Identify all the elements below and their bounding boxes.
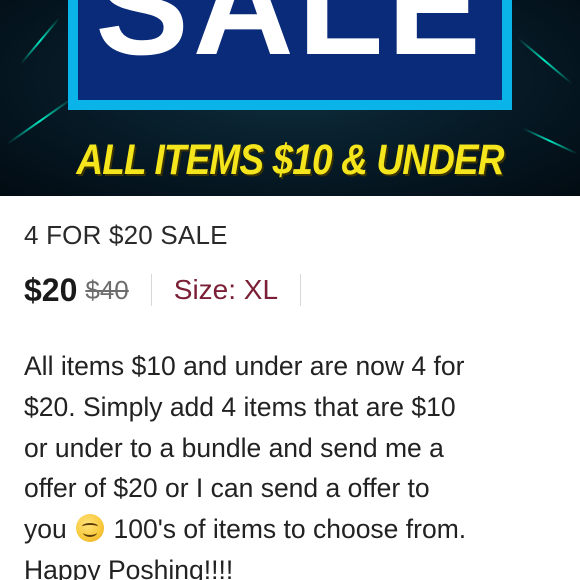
description-line: you 100's of items to choose from.: [24, 509, 564, 550]
description-line: All items $10 and under are now 4 for: [24, 351, 465, 381]
sale-banner-image: SALE ALL ITEMS $10 & UNDER: [0, 0, 580, 196]
light-streak: [19, 17, 61, 65]
size-label: Size: XL: [173, 274, 279, 305]
light-streak: [517, 37, 573, 85]
listing-title: 4 FOR $20 SALE: [24, 220, 228, 250]
sale-headline: SALE: [95, 0, 485, 84]
sale-headline-box: SALE: [68, 0, 512, 110]
price-row: $20 $40 Size: XL: [24, 268, 323, 312]
original-price: $40: [85, 274, 129, 305]
description-text: you: [24, 514, 67, 545]
description-text: 100's of items to choose from.: [113, 514, 467, 545]
sale-subline: ALL ITEMS $10 & UNDER: [76, 136, 504, 184]
divider: [300, 274, 302, 306]
description-line: Happy Poshing!!!!: [24, 554, 234, 580]
current-price: $20: [24, 271, 78, 308]
divider: [150, 274, 152, 306]
description-line: $20. Simply add 4 items that are $10: [24, 391, 456, 422]
description-line: offer of $20 or I can send a offer to: [24, 473, 430, 504]
smiling-face-emoji-icon: [76, 514, 105, 543]
listing-description: All items $10 and under are now 4 for $2…: [24, 346, 564, 580]
listing-page: SALE ALL ITEMS $10 & UNDER 4 FOR $20 SAL…: [0, 0, 580, 580]
description-line: or under to a bundle and send me a: [24, 432, 444, 463]
